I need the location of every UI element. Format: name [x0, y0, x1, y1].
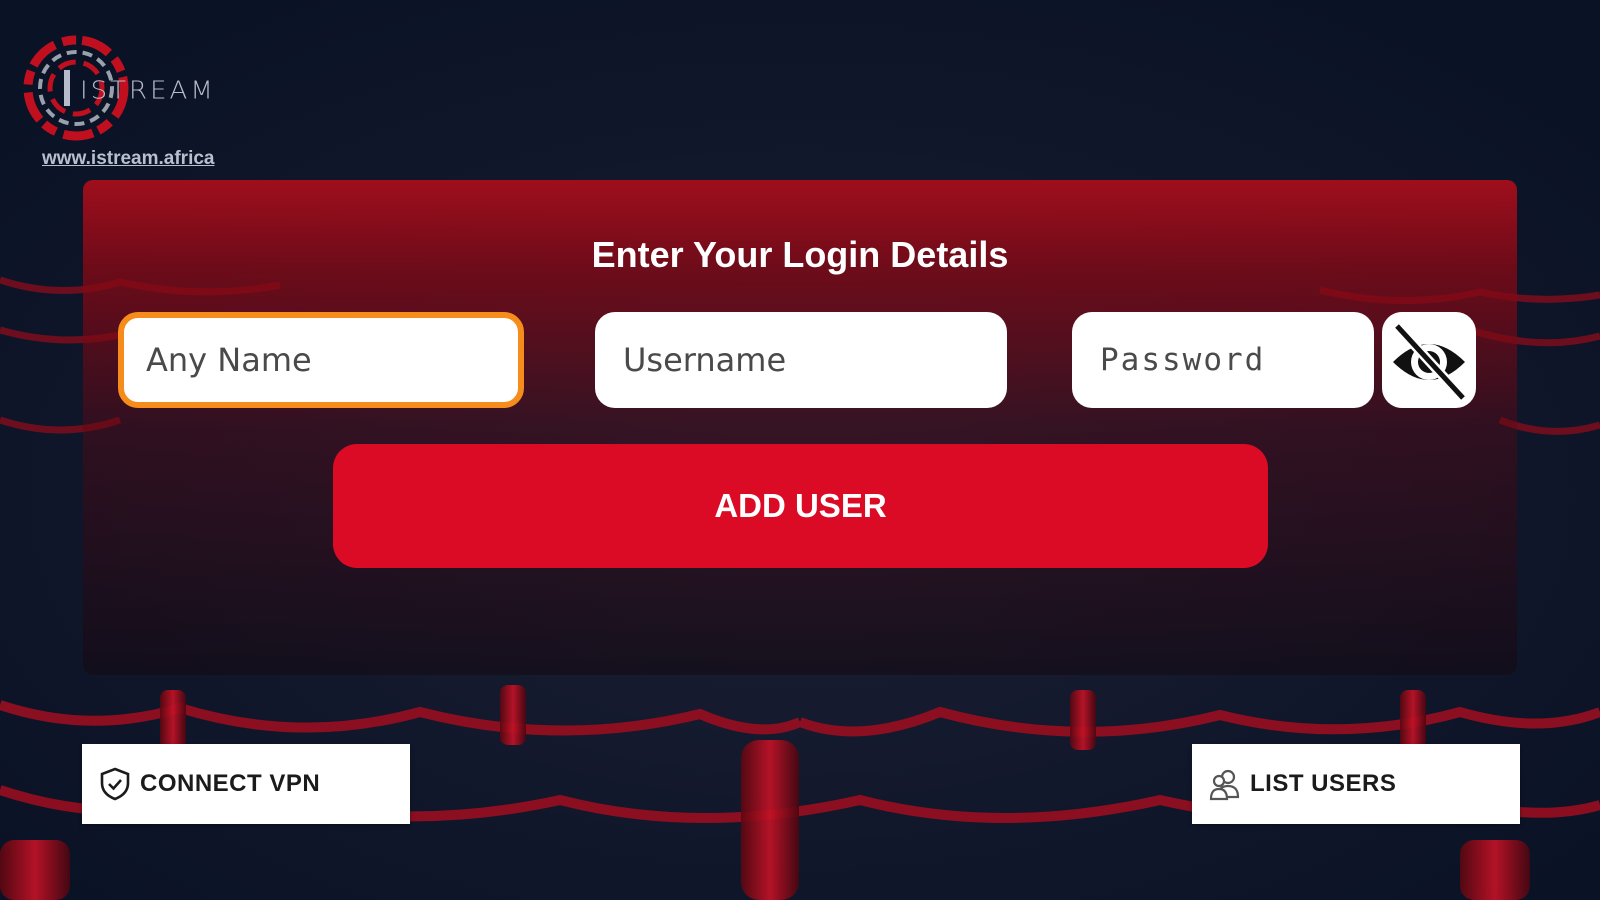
toggle-password-visibility-button[interactable]	[1382, 312, 1476, 408]
logo-wordmark: ISTREAM	[80, 76, 216, 106]
password-input[interactable]	[1072, 312, 1374, 408]
username-input[interactable]	[595, 312, 1007, 408]
any-name-field	[118, 312, 524, 408]
shield-check-icon	[98, 767, 132, 801]
username-field	[595, 312, 1007, 408]
connect-vpn-label: CONNECT VPN	[140, 770, 321, 797]
any-name-input[interactable]	[124, 318, 518, 402]
list-users-label: LIST USERS	[1250, 770, 1397, 797]
connect-vpn-button[interactable]: CONNECT VPN	[82, 744, 410, 824]
login-panel: Enter Your Login Details ADD USER	[83, 180, 1517, 675]
eye-slash-icon	[1393, 322, 1467, 402]
login-title: Enter Your Login Details	[591, 234, 1009, 275]
add-user-button[interactable]: ADD USER	[333, 444, 1268, 568]
users-icon	[1208, 767, 1242, 801]
website-link[interactable]: www.istream.africa	[42, 148, 214, 170]
password-field	[1072, 312, 1374, 408]
list-users-button[interactable]: LIST USERS	[1192, 744, 1520, 824]
